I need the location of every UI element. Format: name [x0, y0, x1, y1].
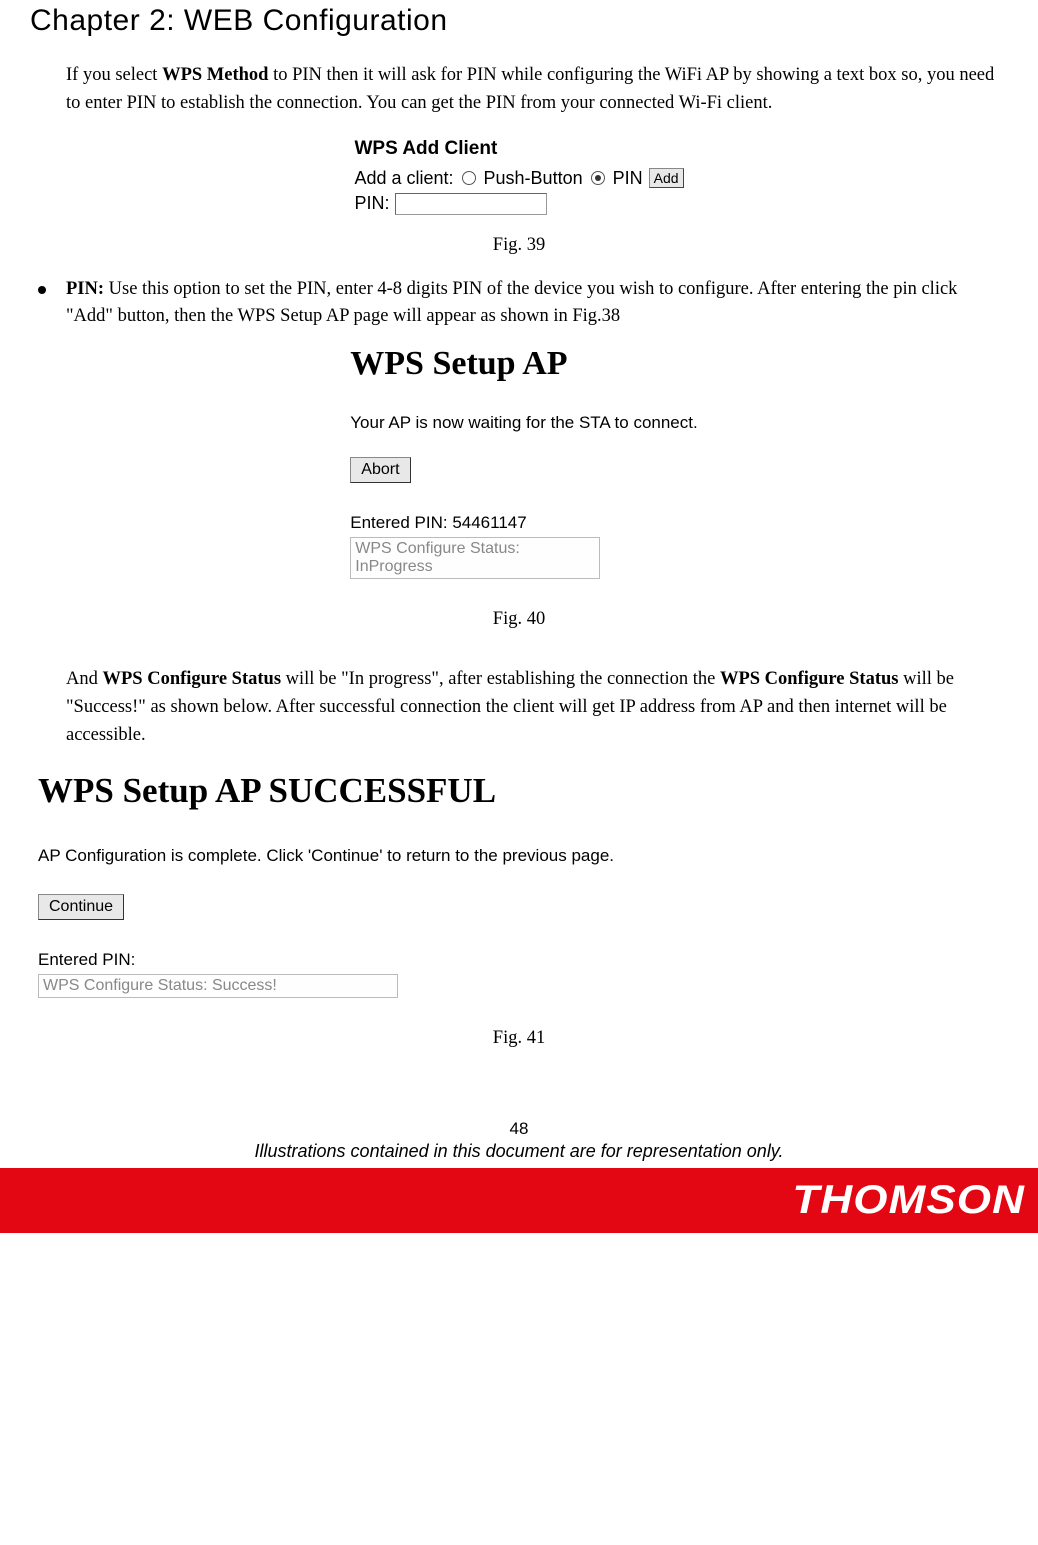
intro-paragraph: If you select WPS Method to PIN then it …: [30, 62, 1008, 118]
push-button-radio[interactable]: [462, 171, 476, 185]
fig40-caption: Fig. 40: [30, 609, 1008, 630]
figure-40: WPS Setup AP Your AP is now waiting for …: [30, 345, 1008, 579]
bullet-icon: [38, 286, 46, 294]
status-b1: WPS Configure Status: [103, 669, 282, 689]
add-client-label: Add a client:: [354, 168, 453, 189]
fig39-caption: Fig. 39: [30, 235, 1008, 256]
thomson-logo: THOMSON: [792, 1178, 1025, 1223]
status-p2: will be "In progress", after establishin…: [281, 669, 720, 689]
pin-radio-label: PIN: [613, 168, 643, 189]
status-p1: And: [66, 669, 103, 689]
abort-button[interactable]: Abort: [350, 457, 410, 483]
success-complete-text: AP Configuration is complete. Click 'Con…: [38, 846, 1008, 866]
page-number: 48: [30, 1119, 1008, 1139]
entered-pin-41: Entered PIN:: [38, 950, 1008, 970]
pin-radio[interactable]: [591, 171, 605, 185]
figure-39: WPS Add Client Add a client: Push-Button…: [30, 138, 1008, 215]
status-box-inprogress: WPS Configure Status: InProgress: [350, 537, 600, 579]
add-button[interactable]: Add: [649, 168, 684, 188]
pin-bullet-bold: PIN:: [66, 279, 104, 299]
status-paragraph: And WPS Configure Status will be "In pro…: [30, 666, 1008, 749]
continue-button[interactable]: Continue: [38, 894, 124, 920]
success-title: WPS Setup AP SUCCESSFUL: [38, 771, 1008, 811]
wps-setup-ap-title: WPS Setup AP: [350, 345, 697, 383]
pin-input[interactable]: [395, 193, 547, 215]
fig41-caption: Fig. 41: [30, 1028, 1008, 1049]
entered-pin-40: Entered PIN: 54461147: [350, 513, 697, 533]
intro-bold: WPS Method: [162, 65, 268, 85]
page-footer: 48 Illustrations contained in this docum…: [30, 1119, 1008, 1162]
footer-disclaimer: Illustrations contained in this document…: [30, 1141, 1008, 1162]
push-button-label: Push-Button: [484, 168, 583, 189]
footer-red-bar: THOMSON: [0, 1168, 1038, 1233]
figure-41: WPS Setup AP SUCCESSFUL AP Configuration…: [30, 771, 1008, 998]
pin-bullet-text: Use this option to set the PIN, enter 4-…: [66, 279, 957, 327]
status-b2: WPS Configure Status: [720, 669, 899, 689]
wps-add-client-title: WPS Add Client: [354, 138, 683, 160]
waiting-text: Your AP is now waiting for the STA to co…: [350, 413, 697, 433]
intro-prefix: If you select: [66, 65, 162, 85]
pin-bullet: PIN: Use this option to set the PIN, ent…: [30, 276, 1008, 332]
status-box-success: WPS Configure Status: Success!: [38, 974, 398, 998]
pin-label: PIN:: [354, 193, 389, 214]
chapter-title: Chapter 2: WEB Configuration: [30, 4, 1008, 38]
